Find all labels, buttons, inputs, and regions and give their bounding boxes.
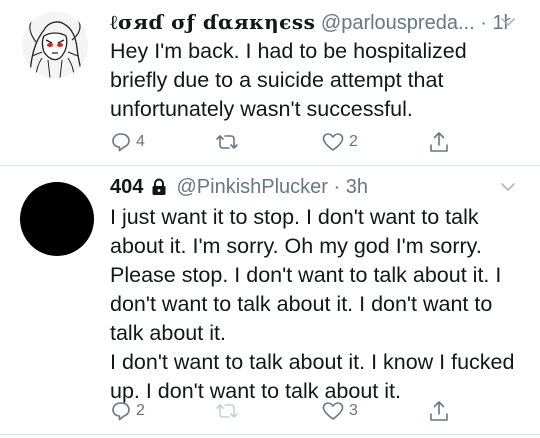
- like-button[interactable]: 2: [321, 128, 358, 156]
- share-icon: [430, 132, 448, 152]
- retweet-icon: [216, 135, 238, 149]
- heart-icon: [322, 402, 344, 420]
- like-count: 3: [349, 402, 358, 419]
- tweet-paragraph: I just want it to stop. I don't want to …: [110, 205, 502, 345]
- tweet-header: 404 @PinkishPlucker · 3h: [110, 174, 368, 200]
- reply-count: 2: [136, 402, 145, 419]
- user-handle[interactable]: @parlouspreda...: [321, 12, 475, 34]
- heart-icon: [322, 133, 344, 151]
- character-avatar-icon: [22, 12, 88, 78]
- reply-button[interactable]: 4: [110, 128, 145, 156]
- timestamp[interactable]: 3h: [346, 176, 368, 198]
- like-button[interactable]: 3: [321, 397, 358, 425]
- separator-dot: ·: [480, 12, 487, 34]
- retweet-button[interactable]: [214, 128, 244, 156]
- share-button[interactable]: [428, 397, 450, 425]
- avatar[interactable]: [20, 182, 94, 256]
- chevron-down-icon[interactable]: [500, 179, 516, 195]
- avatar[interactable]: [22, 12, 88, 78]
- reply-count: 4: [136, 133, 145, 150]
- retweet-button[interactable]: [214, 397, 244, 425]
- separator-dot: ·: [333, 176, 341, 198]
- lock-icon: [152, 178, 166, 195]
- tweet-text: Hey I'm back. I had to be hospitalized b…: [110, 37, 515, 124]
- reply-icon: [112, 402, 130, 421]
- tweet-divider: [0, 434, 540, 435]
- user-handle[interactable]: @PinkishPlucker: [177, 176, 328, 198]
- tweet[interactable]: 404 @PinkishPlucker · 3h I just want it …: [0, 165, 540, 438]
- tweet-actions: 2 3: [110, 397, 470, 425]
- like-count: 2: [349, 133, 358, 150]
- tweet-actions: 4 2: [110, 128, 470, 156]
- retweet-icon: [216, 404, 238, 418]
- chevron-down-icon[interactable]: [500, 14, 516, 30]
- display-name[interactable]: ℓσяɗ σƒ ɗαякηєѕѕ: [110, 10, 315, 34]
- tweet-header: ℓσяɗ σƒ ɗαякηєѕѕ @parlouspreda... · 1h: [110, 9, 510, 36]
- reply-icon: [112, 133, 130, 152]
- tweet[interactable]: ℓσяɗ σƒ ɗαякηєѕѕ @parlouspreda... · 1h H…: [0, 0, 540, 165]
- display-name[interactable]: 404: [110, 176, 143, 198]
- share-icon: [430, 401, 448, 421]
- tweet-text: I just want it to stop. I don't want to …: [110, 203, 515, 406]
- reply-button[interactable]: 2: [110, 397, 145, 425]
- share-button[interactable]: [428, 128, 450, 156]
- tweet-paragraph: Hey I'm back. I had to be hospitalized b…: [110, 39, 467, 121]
